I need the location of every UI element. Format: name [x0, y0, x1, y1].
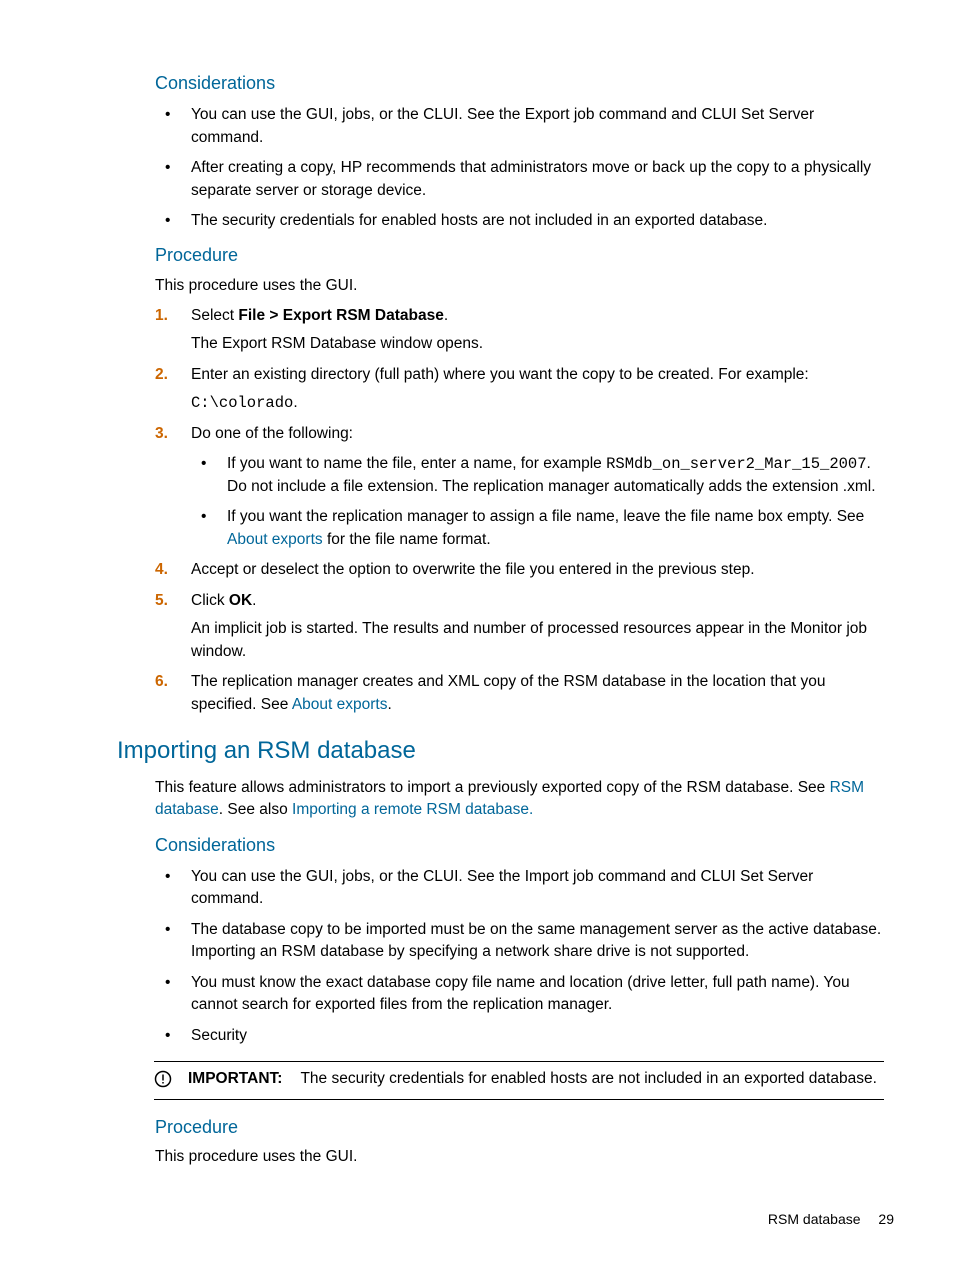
procedure-intro-1: This procedure uses the GUI. — [155, 275, 884, 297]
path-code: C:\colorado — [191, 394, 293, 412]
list-item: Security — [155, 1025, 884, 1047]
step-2: Enter an existing directory (full path) … — [155, 364, 884, 415]
option-text: for the file name format. — [323, 531, 491, 548]
considerations-list-2: You can use the GUI, jobs, or the CLUI. … — [155, 866, 884, 1047]
importing-intro: This feature allows administrators to im… — [155, 777, 884, 822]
list-item: If you want the replication manager to a… — [191, 506, 884, 551]
important-icon — [154, 1070, 172, 1088]
callout-body: IMPORTANT: The security credentials for e… — [188, 1068, 884, 1090]
step-4: Accept or deselect the option to overwri… — [155, 559, 884, 581]
procedure-heading-2: Procedure — [155, 1114, 884, 1140]
step-result: An implicit job is started. The results … — [191, 618, 884, 663]
list-item: The database copy to be imported must be… — [155, 919, 884, 964]
step-text: Select — [191, 307, 238, 324]
list-item: You must know the exact database copy fi… — [155, 972, 884, 1017]
procedure-heading-1: Procedure — [155, 242, 884, 268]
list-item: If you want to name the file, enter a na… — [191, 453, 884, 498]
important-label: IMPORTANT: — [188, 1070, 282, 1087]
important-callout: IMPORTANT: The security credentials for e… — [154, 1061, 884, 1099]
step-text: The replication manager creates and XML … — [191, 673, 825, 712]
step-text: Click — [191, 592, 229, 609]
step-text: . — [293, 394, 297, 411]
step-text: Do one of the following: — [191, 425, 353, 442]
page-footer: RSM database 29 — [768, 1209, 894, 1229]
step-1: Select File > Export RSM Database. The E… — [155, 305, 884, 356]
intro-text: This feature allows administrators to im… — [155, 779, 830, 796]
step-5: Click OK. An implicit job is started. Th… — [155, 590, 884, 663]
option-text: If you want to name the file, enter a na… — [227, 455, 606, 472]
procedure-intro-2: This procedure uses the GUI. — [155, 1146, 884, 1168]
filename-code: RSMdb_on_server2_Mar_15_2007 — [606, 455, 866, 473]
procedure-steps-1: Select File > Export RSM Database. The E… — [155, 305, 884, 716]
importing-remote-link[interactable]: Importing a remote RSM database. — [292, 801, 533, 818]
step-3: Do one of the following: If you want to … — [155, 423, 884, 551]
step-result: The Export RSM Database window opens. — [191, 333, 884, 355]
option-text: If you want the replication manager to a… — [227, 508, 864, 525]
footer-title: RSM database — [768, 1211, 861, 1227]
step-text: . — [444, 307, 448, 324]
about-exports-link[interactable]: About exports — [292, 696, 388, 713]
important-text: The security credentials for enabled hos… — [300, 1070, 876, 1087]
step-text: Enter an existing directory (full path) … — [191, 366, 809, 383]
considerations-heading-1: Considerations — [155, 70, 884, 96]
intro-text: . See also — [219, 801, 292, 818]
list-item: You can use the GUI, jobs, or the CLUI. … — [155, 104, 884, 149]
considerations-heading-2: Considerations — [155, 832, 884, 858]
considerations-list-1: You can use the GUI, jobs, or the CLUI. … — [155, 104, 884, 232]
ok-label: OK — [229, 592, 252, 609]
page: Considerations You can use the GUI, jobs… — [0, 0, 954, 1271]
page-number: 29 — [878, 1211, 894, 1227]
content-area: Considerations You can use the GUI, jobs… — [155, 70, 884, 1168]
about-exports-link[interactable]: About exports — [227, 531, 323, 548]
step-3-options: If you want to name the file, enter a na… — [191, 453, 884, 551]
step-text: . — [252, 592, 256, 609]
list-item: The security credentials for enabled hos… — [155, 210, 884, 232]
step-code-line: C:\colorado. — [191, 392, 884, 414]
importing-heading: Importing an RSM database — [117, 734, 884, 769]
menu-path: File > Export RSM Database — [238, 307, 443, 324]
list-item: After creating a copy, HP recommends tha… — [155, 157, 884, 202]
step-text: . — [387, 696, 391, 713]
step-6: The replication manager creates and XML … — [155, 671, 884, 716]
list-item: You can use the GUI, jobs, or the CLUI. … — [155, 866, 884, 911]
